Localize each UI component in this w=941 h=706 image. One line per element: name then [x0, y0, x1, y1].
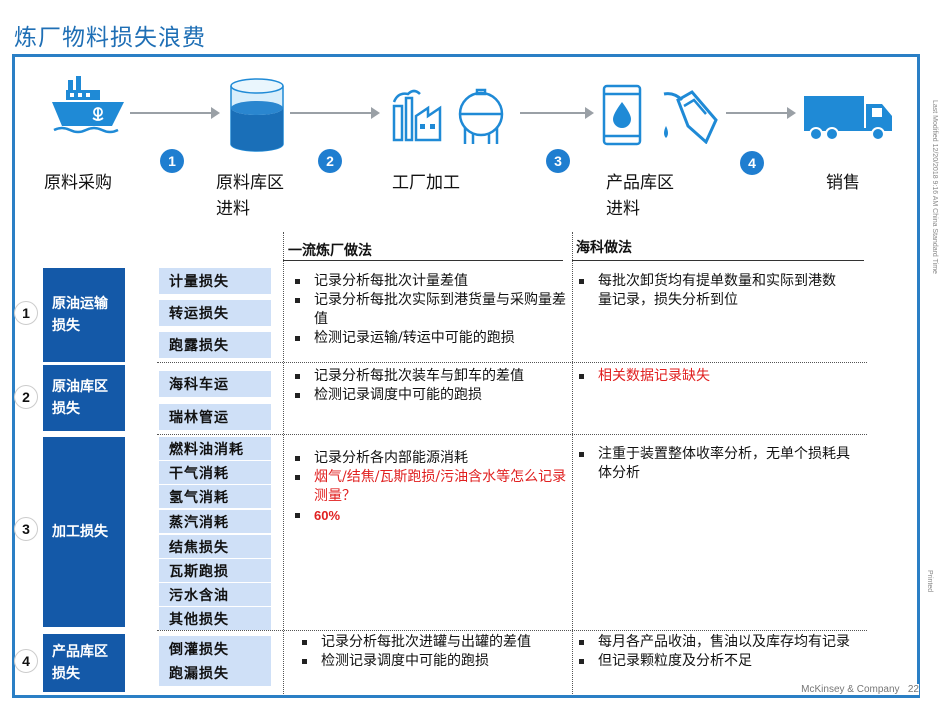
best-practice-list: 记录分析每批次装车与卸车的差值 检测记录调度中可能的跑损	[292, 367, 567, 405]
loss-item: 海科车运	[159, 371, 271, 397]
step-number: 4	[740, 151, 764, 175]
company-practice-list: 相关数据记录缺失	[576, 367, 846, 386]
header-rule	[572, 260, 864, 261]
company-practice-list: 每批次卸货均有提单数量和实际到港数量记录，损失分析到位	[576, 272, 846, 310]
category-box: 原油运输损失	[43, 268, 125, 362]
printed-text: Printed	[926, 570, 933, 593]
section-number: 3	[14, 517, 38, 541]
list-item: 记录分析每批次装车与卸车的差值	[292, 367, 567, 386]
tank-icon	[230, 78, 284, 152]
page-title: 炼厂物料损失浪费	[14, 25, 206, 51]
list-item: 检测记录调度中可能的跑损	[299, 652, 571, 671]
best-practice-list: 记录分析各内部能源消耗 烟气/结焦/瓦斯跑损/污油含水等怎么记录测量？ 60%	[292, 449, 570, 525]
step-label: 原料采购	[44, 173, 112, 193]
truck-icon	[804, 96, 892, 141]
list-item: 记录分析各内部能源消耗	[292, 449, 570, 468]
step-label: 产品库区 进料	[606, 173, 674, 219]
step-number: 1	[160, 149, 184, 173]
loss-item: 结焦损失	[159, 535, 271, 558]
list-item: 注重于装置整体收率分析，无单个损耗具体分析	[576, 445, 858, 483]
header-rule	[283, 260, 563, 261]
loss-item: 瑞林管运	[159, 404, 271, 430]
ship-icon	[52, 76, 124, 134]
flow-arrow	[726, 107, 796, 119]
row-divider	[157, 630, 867, 631]
flow-arrow	[290, 107, 380, 119]
step-label: 原料库区 进料	[216, 173, 284, 219]
fuel-nozzle-icon	[663, 90, 718, 144]
footer-company: McKinsey & Company	[801, 684, 900, 695]
list-item: 记录分析每批次实际到港货量与采购量差值	[292, 291, 567, 329]
sphere-tank-icon	[458, 88, 504, 144]
list-item: 检测记录调度中可能的跑损	[292, 386, 567, 405]
list-item: 记录分析每批次计量差值	[292, 272, 567, 291]
list-item: 但记录颗粒度及分析不足	[576, 652, 862, 671]
loss-item: 计量损失	[159, 268, 271, 294]
sidebar-meta: Last Modified 12/20/2018 9:16 AM China S…	[926, 100, 938, 640]
row-divider	[157, 362, 867, 363]
loss-item: 蒸汽消耗	[159, 510, 271, 533]
column-divider	[572, 232, 573, 694]
loss-item: 燃料油消耗	[159, 437, 271, 460]
header-company-practice: 海科做法	[576, 240, 632, 256]
section-number: 4	[14, 649, 38, 673]
factory-icon	[392, 89, 442, 142]
flow-arrow	[520, 107, 594, 119]
loss-item: 跑漏损失	[159, 660, 271, 686]
loss-item: 转运损失	[159, 300, 271, 326]
best-practice-list: 记录分析每批次计量差值 记录分析每批次实际到港货量与采购量差值 检测记录运输/转…	[292, 272, 567, 348]
loss-item: 氢气消耗	[159, 485, 271, 508]
last-modified-text: Last Modified 12/20/2018 9:16 AM China S…	[931, 100, 938, 274]
list-item: 60%	[292, 506, 570, 525]
section-number: 2	[14, 385, 38, 409]
column-divider	[283, 232, 284, 694]
loss-item: 跑露损失	[159, 332, 271, 358]
step-label: 销售	[826, 173, 860, 193]
company-practice-list: 注重于装置整体收率分析，无单个损耗具体分析	[576, 445, 858, 483]
list-item: 每批次卸货均有提单数量和实际到港数量记录，损失分析到位	[576, 272, 846, 310]
step-number: 2	[318, 149, 342, 173]
oil-barrel-icon	[602, 84, 642, 146]
category-box: 产品库区损失	[43, 634, 125, 692]
flow-arrow	[130, 107, 220, 119]
company-practice-list: 每月各产品收油，售油以及库存均有记录 但记录颗粒度及分析不足	[576, 633, 862, 671]
list-item: 检测记录运输/转运中可能的跑损	[292, 329, 567, 348]
category-box: 原油库区损失	[43, 365, 125, 431]
best-practice-list: 记录分析每批次进罐与出罐的差值 检测记录调度中可能的跑损	[299, 633, 571, 671]
footer: McKinsey & Company 22	[797, 684, 919, 695]
list-item: 相关数据记录缺失	[576, 367, 846, 386]
row-divider	[157, 434, 867, 435]
step-number: 3	[546, 149, 570, 173]
loss-item: 倒灌损失	[159, 636, 271, 662]
loss-item: 其他损失	[159, 607, 271, 630]
step-label: 工厂加工	[392, 173, 460, 193]
loss-item: 瓦斯跑损	[159, 559, 271, 582]
page-number: 22	[907, 684, 919, 695]
list-item: 每月各产品收油，售油以及库存均有记录	[576, 633, 862, 652]
list-item: 记录分析每批次进罐与出罐的差值	[299, 633, 571, 652]
loss-item: 污水含油	[159, 583, 271, 606]
list-item: 烟气/结焦/瓦斯跑损/污油含水等怎么记录测量？	[292, 468, 570, 506]
section-number: 1	[14, 301, 38, 325]
header-best-practice: 一流炼厂做法	[288, 243, 372, 259]
category-box: 加工损失	[43, 437, 125, 627]
loss-item: 干气消耗	[159, 461, 271, 484]
